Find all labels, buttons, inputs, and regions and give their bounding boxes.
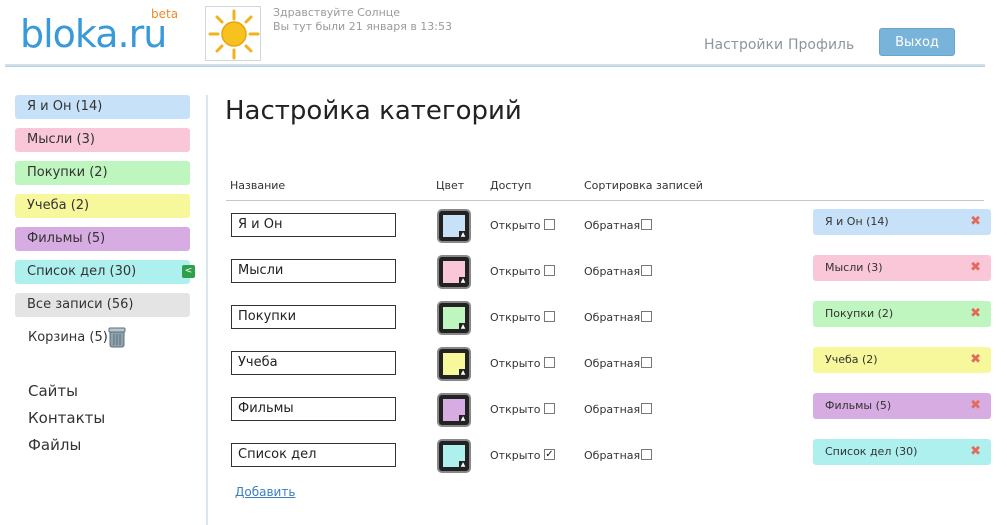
access-checkbox[interactable] xyxy=(544,357,555,368)
category-name-input[interactable]: Я и Он xyxy=(231,213,396,237)
category-preview-badge: Учеба (2) ✖ xyxy=(813,347,991,373)
delete-icon[interactable]: ✖ xyxy=(970,307,981,321)
delete-icon[interactable]: ✖ xyxy=(970,399,981,413)
beta-badge: beta xyxy=(151,7,179,21)
category-preview-label: Учеба (2) xyxy=(825,353,878,366)
last-visit-text: Вы тут были 21 января в 13:53 xyxy=(273,20,452,33)
access-label: Открыто xyxy=(490,357,541,370)
delete-icon[interactable]: ✖ xyxy=(970,445,981,459)
column-header-access: Доступ xyxy=(490,179,532,192)
color-picker[interactable]: ▲ xyxy=(437,347,471,381)
sidebar-category-label: Покупки (2) xyxy=(27,165,108,180)
sort-checkbox[interactable] xyxy=(641,403,652,414)
access-checkbox[interactable] xyxy=(544,311,555,322)
category-preview-label: Фильмы (5) xyxy=(825,399,892,412)
sort-checkbox[interactable] xyxy=(641,265,652,276)
caret-up-icon: ▲ xyxy=(459,415,467,423)
sidebar-category[interactable]: Покупки (2) xyxy=(15,161,190,185)
category-preview-badge: Мысли (3) ✖ xyxy=(813,255,991,281)
greeting-block: Здравствуйте Солнце Вы тут были 21 январ… xyxy=(273,6,452,34)
category-name-input[interactable]: Покупки xyxy=(231,305,396,329)
sort-label: Обратная xyxy=(584,311,641,324)
sidebar-category-label: Я и Он (14) xyxy=(27,99,103,114)
profile-link[interactable]: Профиль xyxy=(788,37,854,53)
sort-label: Обратная xyxy=(584,357,641,370)
category-preview-label: Покупки (2) xyxy=(825,307,894,320)
caret-up-icon: ▲ xyxy=(459,369,467,377)
access-label: Открыто xyxy=(490,265,541,278)
category-row: Мысли ▲ Открыто Обратная Мысли (3) ✖ xyxy=(0,255,1007,295)
avatar[interactable] xyxy=(205,6,261,61)
color-picker[interactable]: ▲ xyxy=(437,301,471,335)
category-preview-badge: Я и Он (14) ✖ xyxy=(813,209,991,235)
category-name-input[interactable]: Учеба xyxy=(231,351,396,375)
settings-link[interactable]: Настройки xyxy=(704,37,783,53)
category-preview-label: Мысли (3) xyxy=(825,261,883,274)
category-row: Список дел ▲ Открыто ✓ Обратная Список дел (3… xyxy=(0,439,1007,479)
add-category-link[interactable]: Добавить xyxy=(235,485,295,499)
category-row: Учеба ▲ Открыто Обратная Учеба (2) ✖ xyxy=(0,347,1007,387)
greeting-text: Здравствуйте Солнце xyxy=(273,6,401,19)
access-label: Открыто xyxy=(490,449,541,462)
category-name-input[interactable]: Мысли xyxy=(231,259,396,283)
caret-up-icon: ▲ xyxy=(459,461,467,469)
delete-icon[interactable]: ✖ xyxy=(970,353,981,367)
header-divider xyxy=(5,64,985,67)
sidebar-category-label: Мысли (3) xyxy=(27,132,95,147)
category-name-input[interactable]: Фильмы xyxy=(231,397,396,421)
site-logo[interactable]: bloka.ru xyxy=(20,12,167,56)
category-row: Покупки ▲ Открыто Обратная Покупки (2) ✖ xyxy=(0,301,1007,341)
color-picker[interactable]: ▲ xyxy=(437,393,471,427)
delete-icon[interactable]: ✖ xyxy=(970,215,981,229)
category-preview-badge: Фильмы (5) ✖ xyxy=(813,393,991,419)
caret-up-icon: ▲ xyxy=(459,231,467,239)
color-picker[interactable]: ▲ xyxy=(437,255,471,289)
category-preview-badge: Покупки (2) ✖ xyxy=(813,301,991,327)
column-header-color: Цвет xyxy=(436,179,465,192)
access-checkbox[interactable] xyxy=(544,265,555,276)
sort-checkbox[interactable] xyxy=(641,219,652,230)
caret-up-icon: ▲ xyxy=(459,277,467,285)
category-row: Фильмы ▲ Открыто Обратная Фильмы (5) ✖ xyxy=(0,393,1007,433)
category-preview-label: Список дел (30) xyxy=(825,445,918,458)
sidebar-category[interactable]: Мысли (3) xyxy=(15,128,190,152)
sort-label: Обратная xyxy=(584,403,641,416)
sort-checkbox[interactable] xyxy=(641,311,652,322)
sort-label: Обратная xyxy=(584,449,641,462)
header-divider xyxy=(226,200,984,201)
page-title: Настройка категорий xyxy=(225,96,522,126)
access-checkbox[interactable]: ✓ xyxy=(544,449,555,460)
access-checkbox[interactable] xyxy=(544,219,555,230)
sidebar-category[interactable]: Я и Он (14) xyxy=(15,95,190,119)
delete-icon[interactable]: ✖ xyxy=(970,261,981,275)
column-header-sort: Сортировка записей xyxy=(584,179,703,192)
logout-button[interactable]: Выход xyxy=(879,28,955,56)
sort-label: Обратная xyxy=(584,265,641,278)
category-preview-badge: Список дел (30) ✖ xyxy=(813,439,991,465)
category-name-input[interactable]: Список дел xyxy=(231,443,396,467)
sort-checkbox[interactable] xyxy=(641,449,652,460)
sort-checkbox[interactable] xyxy=(641,357,652,368)
access-label: Открыто xyxy=(490,403,541,416)
access-checkbox[interactable] xyxy=(544,403,555,414)
sort-label: Обратная xyxy=(584,219,641,232)
access-label: Открыто xyxy=(490,219,541,232)
column-header-name: Название xyxy=(230,179,286,192)
color-picker[interactable]: ▲ xyxy=(437,209,471,243)
access-label: Открыто xyxy=(490,311,541,324)
category-row: Я и Он ▲ Открыто Обратная Я и Он (14) ✖ xyxy=(0,209,1007,249)
caret-up-icon: ▲ xyxy=(459,323,467,331)
sun-icon xyxy=(208,9,260,60)
color-picker[interactable]: ▲ xyxy=(437,439,471,473)
category-preview-label: Я и Он (14) xyxy=(825,215,889,228)
